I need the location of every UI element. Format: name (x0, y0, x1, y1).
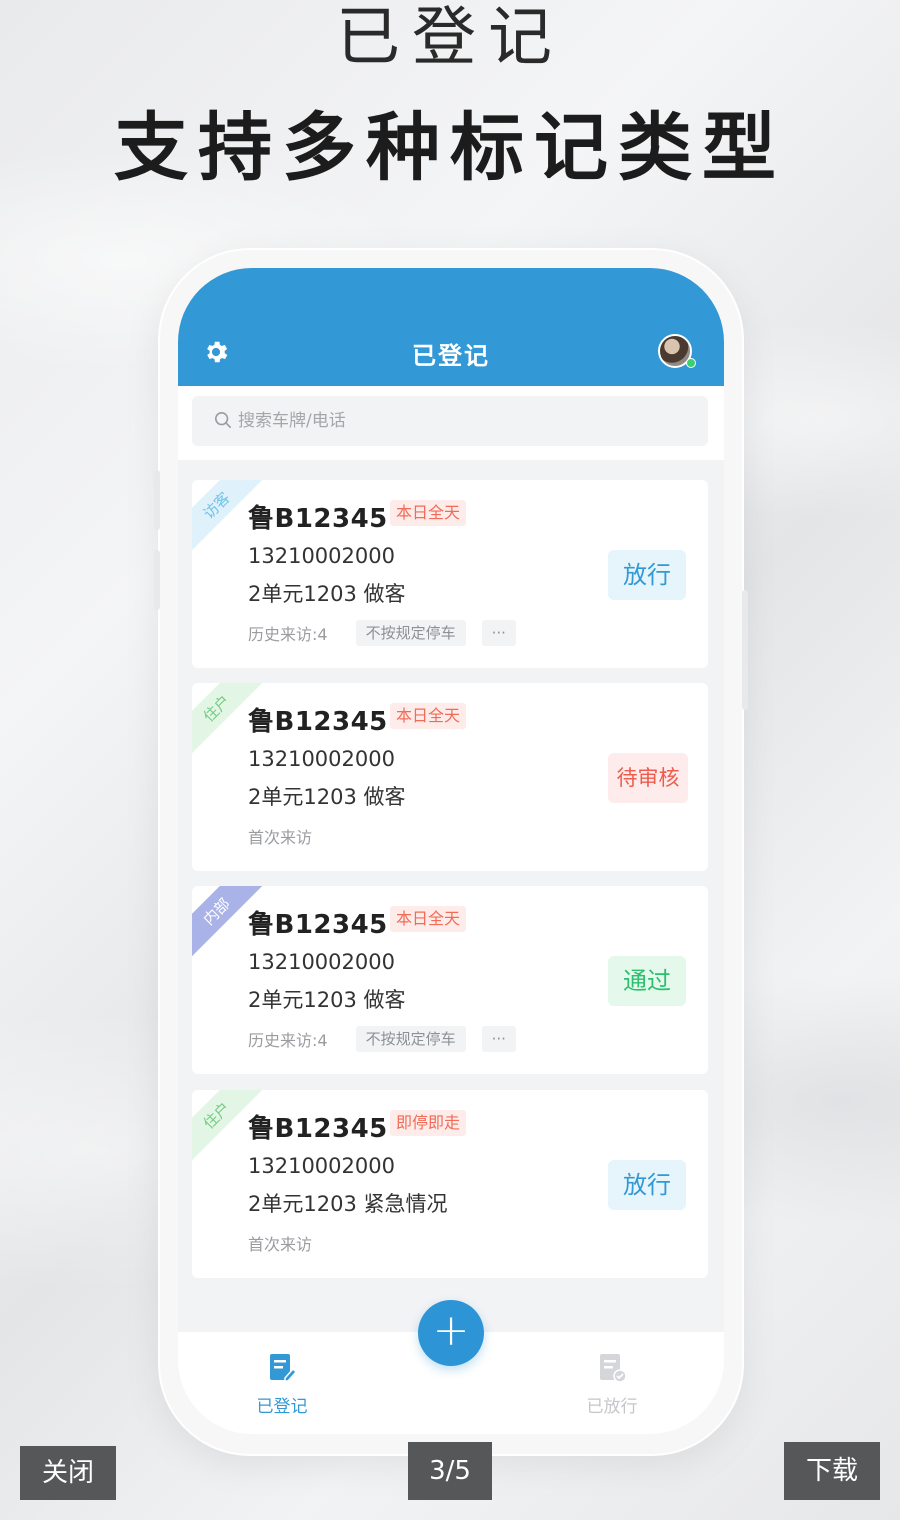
record-tag-chip[interactable]: 不按规定停车 (355, 1026, 466, 1052)
visit-address: 2单元1203 做客 (248, 785, 406, 809)
visit-address: 2单元1203 做客 (248, 582, 406, 606)
tab-released[interactable]: 已放行 (552, 1352, 672, 1417)
tab-registered[interactable]: 已登记 (222, 1352, 342, 1417)
visit-history: 首次来访 (248, 828, 313, 847)
phone-number: 13210002000 (248, 544, 395, 568)
phone-number: 13210002000 (248, 1154, 395, 1178)
record-card[interactable]: 内部 鲁B12345 本日全天 13210002000 2单元1203 做客历史来访:4… (192, 886, 708, 1074)
registered-doc-icon (270, 1354, 298, 1382)
record-tag-chip[interactable]: ··· (481, 620, 516, 646)
record-action-button[interactable]: 通过 (608, 956, 686, 1006)
app-header: 已登记 (178, 268, 724, 386)
tab-registered-label: 已登记 (256, 1397, 308, 1417)
record-action-button[interactable]: 放行 (608, 1160, 686, 1210)
time-tag: 本日全天 (390, 500, 467, 526)
record-action-button[interactable]: 放行 (608, 550, 686, 600)
time-tag: 本日全天 (390, 906, 467, 932)
license-plate: 鲁B12345 (248, 1114, 388, 1144)
download-button[interactable]: 下载 (784, 1442, 880, 1500)
search-input[interactable] (238, 396, 678, 446)
record-meta: 首次来访 (248, 823, 340, 849)
phone-side-button (154, 550, 160, 610)
phone-number: 13210002000 (248, 747, 395, 771)
promo-subtitle: 已登记 (336, 1, 564, 75)
record-card[interactable]: 住户 鲁B12345 本日全天 13210002000 2单元1203 做客首次来访 待审… (192, 683, 708, 871)
app-screen: 已登记 访客鲁B12345本日全天132100020002单元1203 做客历史… (178, 268, 724, 1434)
promo-headline: 支持多种标记类型 (114, 105, 786, 191)
online-status-dot (686, 358, 696, 368)
record-tag-chip[interactable]: 不按规定停车 (355, 620, 466, 646)
search-icon (214, 411, 232, 429)
search-box[interactable] (192, 396, 708, 446)
visit-address: 2单元1203 做客 (248, 988, 406, 1012)
phone-number: 13210002000 (248, 950, 395, 974)
phone-power-button (742, 590, 748, 710)
record-type-label: 住户 (199, 1098, 234, 1133)
record-type-label: 住户 (199, 691, 234, 726)
visit-history: 历史来访:4 (248, 625, 328, 644)
record-action-button[interactable]: 待审核 (608, 753, 688, 803)
record-card[interactable]: 住户 鲁B12345 即停即走 13210002000 2单元1203 紧急情况首次来访… (192, 1090, 708, 1278)
search-bar (178, 386, 724, 460)
released-doc-icon (600, 1354, 627, 1383)
time-tag: 即停即走 (390, 1110, 467, 1136)
phone-mockup: 已登记 访客鲁B12345本日全天132100020002单元1203 做客历史… (154, 250, 748, 1454)
visit-address: 2单元1203 紧急情况 (248, 1192, 448, 1216)
record-tag-chip[interactable]: ··· (481, 1026, 516, 1052)
visit-history: 首次来访 (248, 1235, 313, 1254)
license-plate: 鲁B12345 (248, 707, 388, 737)
record-meta: 历史来访:4 不按规定停车 ··· (248, 1026, 532, 1052)
add-record-button[interactable]: + (418, 1300, 484, 1366)
record-meta: 历史来访:4 不按规定停车 ··· (248, 620, 532, 646)
license-plate: 鲁B12345 (248, 504, 388, 534)
close-button[interactable]: 关闭 (20, 1446, 116, 1500)
record-card[interactable]: 访客 鲁B12345 本日全天 13210002000 2单元1203 做客历史来访:4… (192, 480, 708, 668)
time-tag: 本日全天 (390, 703, 467, 729)
visit-history: 历史来访:4 (248, 1031, 328, 1050)
phone-side-button (154, 470, 160, 530)
page-indicator: 3/5 (408, 1442, 492, 1500)
license-plate: 鲁B12345 (248, 910, 388, 940)
tab-released-label: 已放行 (586, 1397, 638, 1417)
header-title: 已登记 (412, 342, 490, 370)
record-meta: 首次来访 (248, 1230, 340, 1256)
record-type-label: 访客 (199, 488, 234, 523)
record-type-label: 内部 (199, 894, 234, 929)
